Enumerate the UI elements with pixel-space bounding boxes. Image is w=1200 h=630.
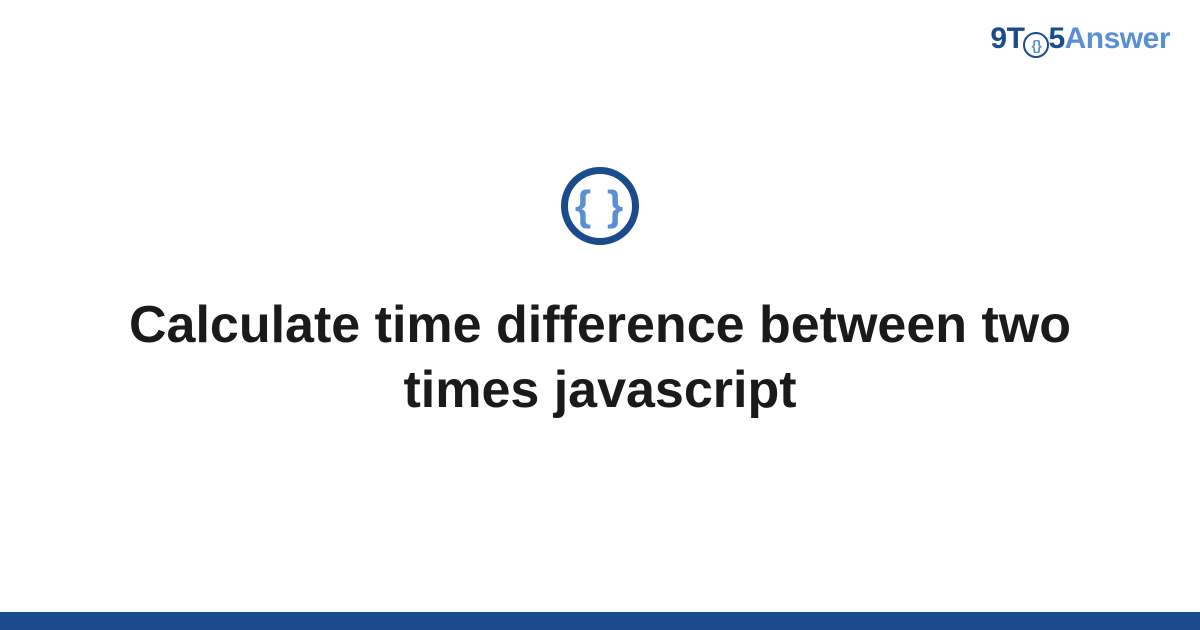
code-braces-icon: { } bbox=[575, 185, 625, 227]
category-icon: { } bbox=[561, 167, 639, 245]
page-title: Calculate time difference between two ti… bbox=[100, 293, 1100, 423]
footer-accent-bar bbox=[0, 612, 1200, 630]
main-content: { } Calculate time difference between tw… bbox=[0, 0, 1200, 630]
